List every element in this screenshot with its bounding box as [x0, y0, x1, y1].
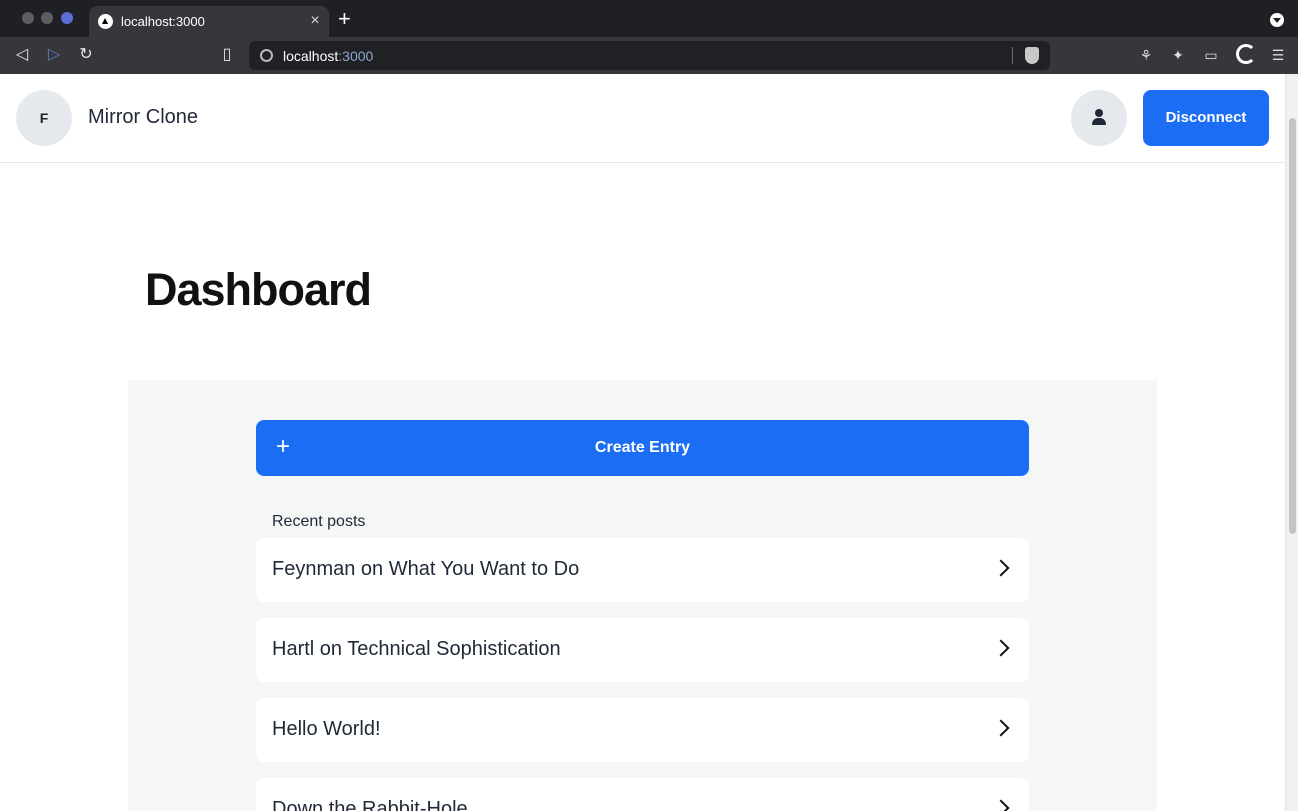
url-host: localhost [283, 48, 339, 64]
post-title: Hartl on Technical Sophistication [272, 638, 561, 660]
post-title: Hello World! [272, 718, 381, 740]
back-icon[interactable]: ◁ [12, 45, 32, 65]
post-title: Down the Rabbit-Hole [272, 798, 468, 811]
chevron-right-icon [992, 559, 1010, 577]
post-card[interactable]: Down the Rabbit-Hole [256, 778, 1029, 811]
post-card[interactable]: Hartl on Technical Sophistication [256, 618, 1029, 682]
create-entry-button[interactable]: + Create Entry [256, 420, 1029, 476]
browser-toolbar: ◁ ▷ ↻ ▯ localhost:3000 ⚘ ✦ ▭ ☰ [0, 37, 1298, 74]
browser-tab[interactable]: localhost:3000 × [89, 6, 329, 37]
chevron-right-icon [992, 639, 1010, 657]
url-port: :3000 [338, 48, 374, 64]
chevron-right-icon [992, 799, 1010, 811]
recent-posts-heading: Recent posts [272, 513, 366, 530]
new-tab-button[interactable]: + [338, 8, 351, 30]
triangle-favicon-icon [98, 14, 113, 29]
puzzle-extensions-icon[interactable]: ✦ [1170, 47, 1186, 63]
address-bar[interactable]: localhost:3000 [249, 41, 1050, 70]
page-scrollbar[interactable] [1285, 74, 1298, 811]
minimize-window-icon[interactable] [41, 12, 53, 24]
page-title: Dashboard [145, 264, 372, 315]
post-card[interactable]: Hello World! [256, 698, 1029, 762]
url-text: localhost:3000 [283, 48, 373, 64]
close-tab-icon[interactable]: × [307, 11, 323, 31]
bookmark-icon[interactable]: ▯ [217, 45, 237, 65]
logo-avatar[interactable]: F [16, 90, 72, 146]
tab-title: localhost:3000 [121, 14, 205, 29]
maximize-window-icon[interactable] [61, 12, 73, 24]
site-header: F Mirror Clone Disconnect [0, 74, 1285, 163]
dashboard-panel: + Create Entry Recent posts Feynman on W… [128, 380, 1157, 811]
menu-icon[interactable]: ☰ [1270, 47, 1286, 63]
forward-icon[interactable]: ▷ [44, 45, 64, 65]
user-icon [1092, 109, 1106, 125]
extension-icon[interactable]: ⚘ [1138, 47, 1154, 63]
site-info-icon[interactable] [260, 49, 273, 62]
site-title[interactable]: Mirror Clone [88, 106, 198, 129]
browser-tab-bar: localhost:3000 × + [0, 0, 1298, 37]
reload-icon[interactable]: ↻ [76, 45, 96, 65]
profile-icon[interactable] [1236, 44, 1256, 64]
post-title: Feynman on What You Want to Do [272, 558, 580, 580]
url-divider [1012, 47, 1013, 64]
wallet-icon[interactable]: ▭ [1203, 47, 1219, 63]
user-profile-button[interactable] [1071, 90, 1127, 146]
page-viewport: F Mirror Clone Disconnect Dashboard + Cr… [0, 74, 1285, 811]
disconnect-button[interactable]: Disconnect [1143, 90, 1269, 146]
tab-list-icon[interactable] [1270, 13, 1284, 27]
brave-shield-icon[interactable] [1025, 47, 1039, 64]
scrollbar-thumb[interactable] [1289, 118, 1296, 534]
post-card[interactable]: Feynman on What You Want to Do [256, 538, 1029, 602]
create-entry-label: Create Entry [594, 439, 691, 456]
chevron-right-icon [992, 719, 1010, 737]
close-window-icon[interactable] [22, 12, 34, 24]
